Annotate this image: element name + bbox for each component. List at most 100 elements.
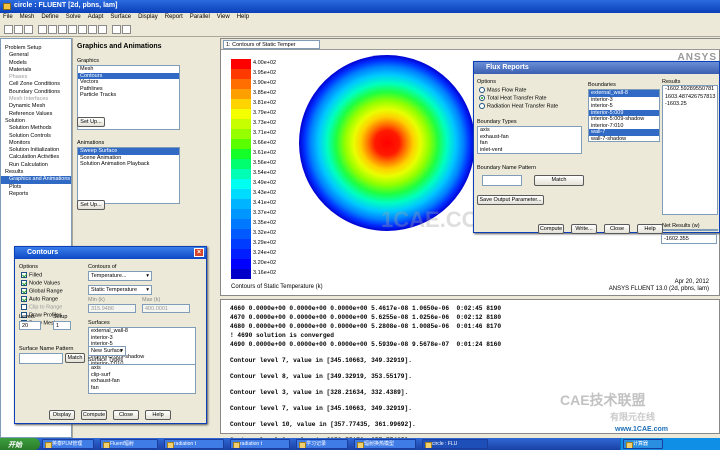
taskbar-task[interactable]: circle : FLU — [422, 439, 488, 449]
boundary-type-item[interactable]: inlet-vent — [478, 147, 581, 154]
menu-item-adapt[interactable]: Adapt — [88, 14, 104, 20]
menu-item-surface[interactable]: Surface — [110, 14, 131, 20]
flux-match-button[interactable]: Match — [534, 175, 584, 186]
radio-icon[interactable] — [479, 94, 485, 101]
start-button[interactable]: 开始 — [0, 438, 40, 450]
nav-item-graphics-and-animations[interactable]: Graphics and Animations — [1, 176, 71, 184]
checkbox-icon[interactable] — [21, 296, 27, 303]
graphics-list-item[interactable]: Particle Tracks — [78, 92, 179, 99]
contour-option[interactable]: Global Range — [21, 288, 81, 296]
surface-name-pattern-input[interactable] — [19, 353, 63, 364]
surface-type-item[interactable]: fan — [89, 385, 195, 392]
taskbar-task[interactable]: radiation t — [230, 439, 290, 449]
fit-icon[interactable] — [88, 25, 97, 34]
contour-option[interactable]: Node Values — [21, 280, 81, 288]
result-item[interactable]: -1602.59289550781 — [663, 86, 717, 94]
menu-item-solve[interactable]: Solve — [66, 14, 81, 20]
flux-compute-button[interactable]: Compute — [538, 224, 564, 234]
menu-item-view[interactable]: View — [217, 14, 230, 20]
animations-list[interactable]: Sweep Surface Scene Animation Solution Ani… — [77, 147, 180, 204]
flux-option[interactable]: Total Heat Transfer Rate — [479, 94, 579, 103]
nav-item-monitors[interactable]: Monitors — [1, 140, 71, 147]
nav-item-solution[interactable]: Solution — [1, 118, 71, 125]
mouse-mode-icon[interactable] — [112, 25, 121, 34]
pan-icon[interactable] — [48, 25, 57, 34]
checkbox-icon[interactable] — [21, 288, 27, 295]
nav-item-general[interactable]: General — [1, 52, 71, 59]
nav-item-materials[interactable]: Materials — [1, 67, 71, 74]
nav-item-dynamic-mesh[interactable]: Dynamic Mesh — [1, 103, 71, 110]
save-icon[interactable] — [14, 25, 23, 34]
menu-item-mesh[interactable]: Mesh — [20, 14, 35, 20]
close-icon[interactable]: × — [194, 248, 204, 257]
zoom-icon[interactable] — [58, 25, 67, 34]
field-select[interactable]: Static Temperature — [88, 285, 152, 295]
menu-item-parallel[interactable]: Parallel — [190, 14, 210, 20]
checkbox-icon[interactable] — [21, 272, 27, 278]
annotate-icon[interactable] — [98, 25, 107, 34]
probe-icon[interactable] — [78, 25, 87, 34]
contours-help-button[interactable]: Help — [145, 410, 171, 420]
contours-of-select[interactable]: Temperature... — [88, 271, 152, 281]
flux-help-button[interactable]: Help — [637, 224, 663, 234]
nav-item-solution-methods[interactable]: Solution Methods — [1, 125, 71, 132]
taskbar-task[interactable]: 学习记录 — [296, 439, 348, 449]
levels-input[interactable]: 20 — [19, 321, 41, 330]
contour-option[interactable]: Auto Range — [21, 296, 81, 304]
boundary-types-list[interactable]: axis exhaust-fan fan inlet-vent — [477, 126, 582, 154]
menu-item-report[interactable]: Report — [165, 14, 183, 20]
radio-icon[interactable] — [479, 87, 485, 93]
contours-match-button[interactable]: Match — [65, 353, 85, 363]
result-item[interactable]: -1603.25 — [663, 101, 717, 109]
nav-item-phases[interactable]: Phases — [1, 74, 71, 81]
new-surface-select[interactable]: New Surface — [88, 346, 126, 356]
flux-option[interactable]: Mass Flow Rate — [479, 87, 579, 95]
result-item[interactable]: 1603.487426757813 — [663, 94, 717, 102]
flux-option[interactable]: Radiation Heat Transfer Rate — [479, 102, 579, 111]
taskbar-task[interactable]: radiation t — [164, 439, 224, 449]
flux-write-button[interactable]: Write... — [571, 224, 597, 234]
boundary-item[interactable]: wall-7-shadow — [589, 136, 659, 142]
menu-item-display[interactable]: Display — [138, 14, 158, 20]
nav-item-mesh-interfaces[interactable]: Mesh Interfaces — [1, 96, 71, 103]
menu-item-help[interactable]: Help — [237, 14, 249, 20]
zoom-box-icon[interactable] — [68, 25, 77, 34]
taskbar-task[interactable]: 辐射换热模型 — [354, 439, 416, 449]
nav-item-cell-zone-conditions[interactable]: Cell Zone Conditions — [1, 81, 71, 88]
graphics-window-select[interactable]: 1: Contours of Static Temper — [223, 40, 320, 49]
contours-compute-button[interactable]: Compute — [81, 410, 107, 420]
setup-input[interactable]: 1 — [53, 321, 71, 330]
menu-item-define[interactable]: Define — [41, 14, 58, 20]
print-icon[interactable] — [24, 25, 33, 34]
nav-item-models[interactable]: Models — [1, 60, 71, 67]
boundary-name-pattern-input[interactable] — [482, 175, 522, 186]
nav-item-reference-values[interactable]: Reference Values — [1, 111, 71, 118]
rotate-icon[interactable] — [38, 25, 47, 34]
taskbar-task[interactable]: 英泰PLM管理 — [42, 439, 94, 449]
nav-item-boundary-conditions[interactable]: Boundary Conditions — [1, 89, 71, 96]
nav-item-results[interactable]: Results — [1, 169, 71, 176]
contours-close-button[interactable]: Close — [113, 410, 139, 420]
animations-list-item[interactable]: Solution Animation Playback — [78, 161, 179, 168]
help-icon[interactable] — [122, 25, 131, 34]
nav-item-problem-setup[interactable]: Problem Setup — [1, 45, 71, 52]
tray-calculator[interactable]: 计算器 — [623, 439, 663, 449]
nav-item-reports[interactable]: Reports — [1, 191, 71, 198]
checkbox-icon[interactable] — [21, 280, 27, 287]
radio-icon[interactable] — [479, 102, 485, 109]
contours-display-button[interactable]: Display — [49, 410, 75, 420]
save-output-parameter-button[interactable]: Save Output Parameter... — [477, 195, 544, 205]
surface-types-list[interactable]: axis clip-surf exhaust-fan fan — [88, 364, 196, 394]
taskbar-task[interactable]: Fluent辐射 — [100, 439, 158, 449]
open-icon[interactable] — [4, 25, 13, 34]
nav-item-run-calculation[interactable]: Run Calculation — [1, 162, 71, 169]
boundaries-list[interactable]: external_wall-8 interior-3 interior-5 inter… — [588, 89, 660, 142]
menu-item-file[interactable]: File — [3, 14, 13, 20]
flux-close-button[interactable]: Close — [604, 224, 630, 234]
animations-setup-button[interactable]: Set Up... — [77, 200, 105, 210]
contour-option[interactable]: Filled — [21, 272, 81, 280]
nav-item-solution-initialization[interactable]: Solution Initialization — [1, 147, 71, 154]
nav-item-solution-controls[interactable]: Solution Controls — [1, 133, 71, 140]
nav-item-plots[interactable]: Plots — [1, 184, 71, 191]
graphics-setup-button[interactable]: Set Up... — [77, 117, 105, 127]
